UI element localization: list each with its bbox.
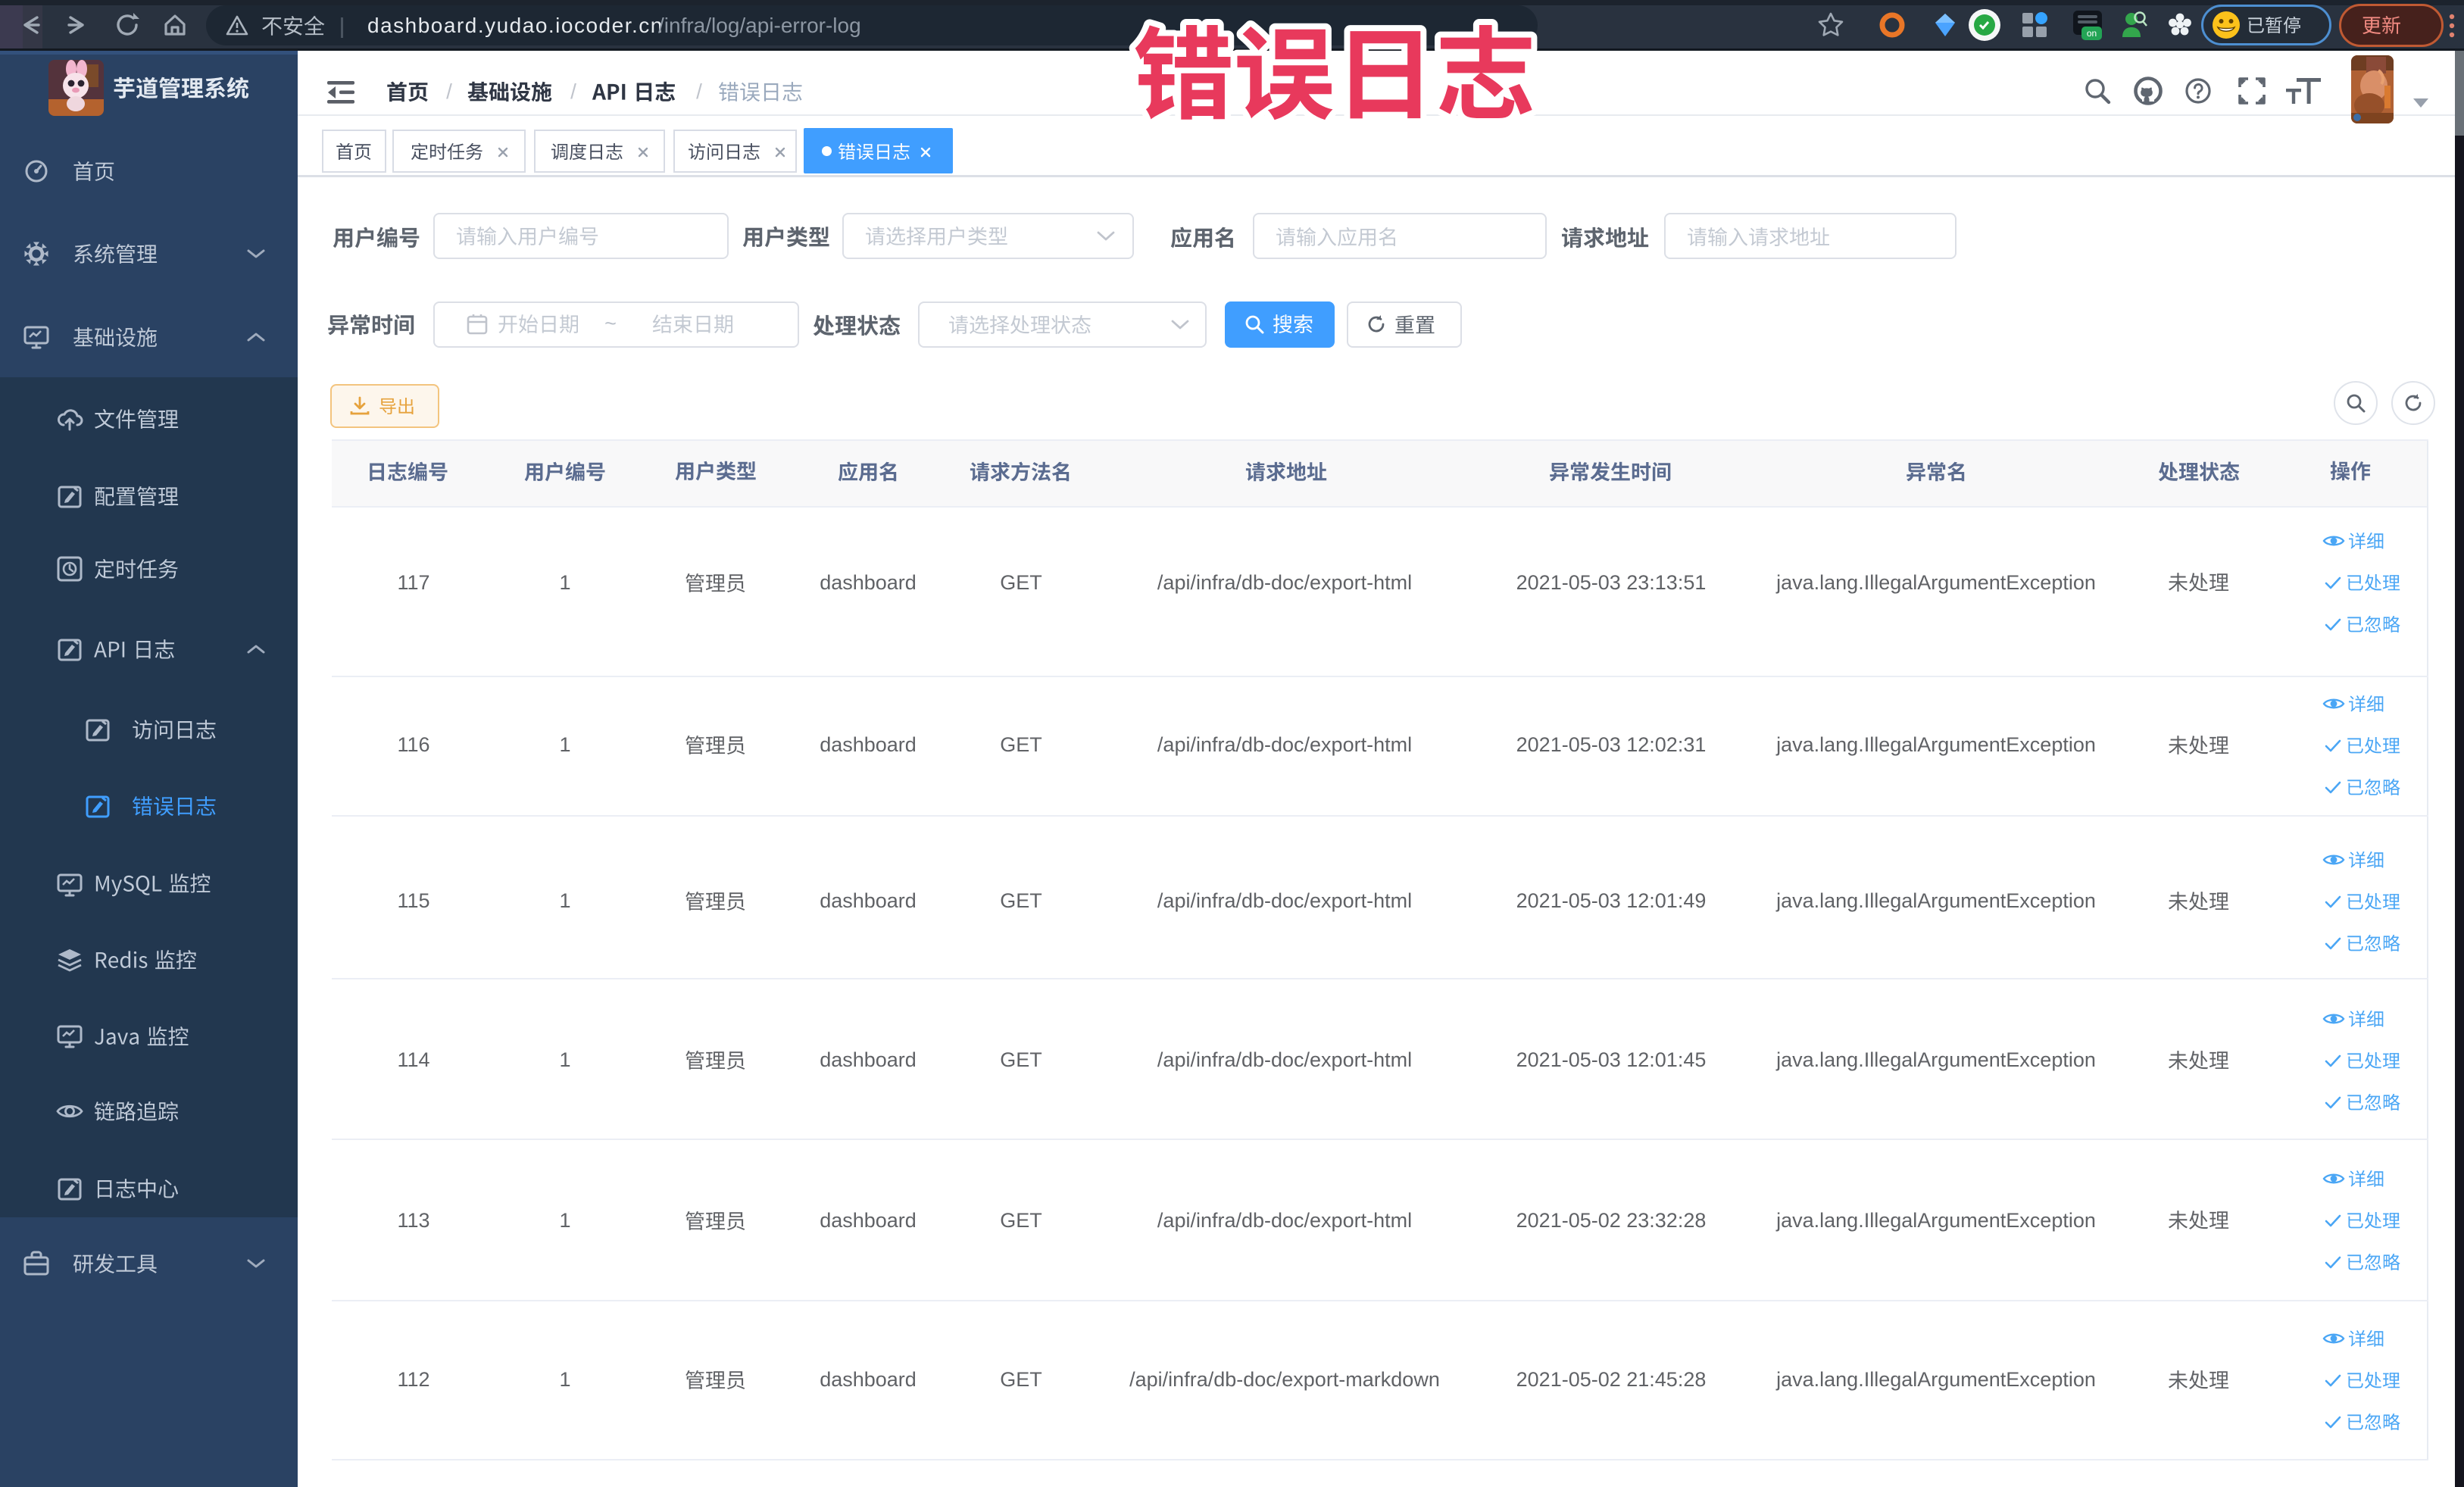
svg-text:on: on [2087, 28, 2097, 39]
